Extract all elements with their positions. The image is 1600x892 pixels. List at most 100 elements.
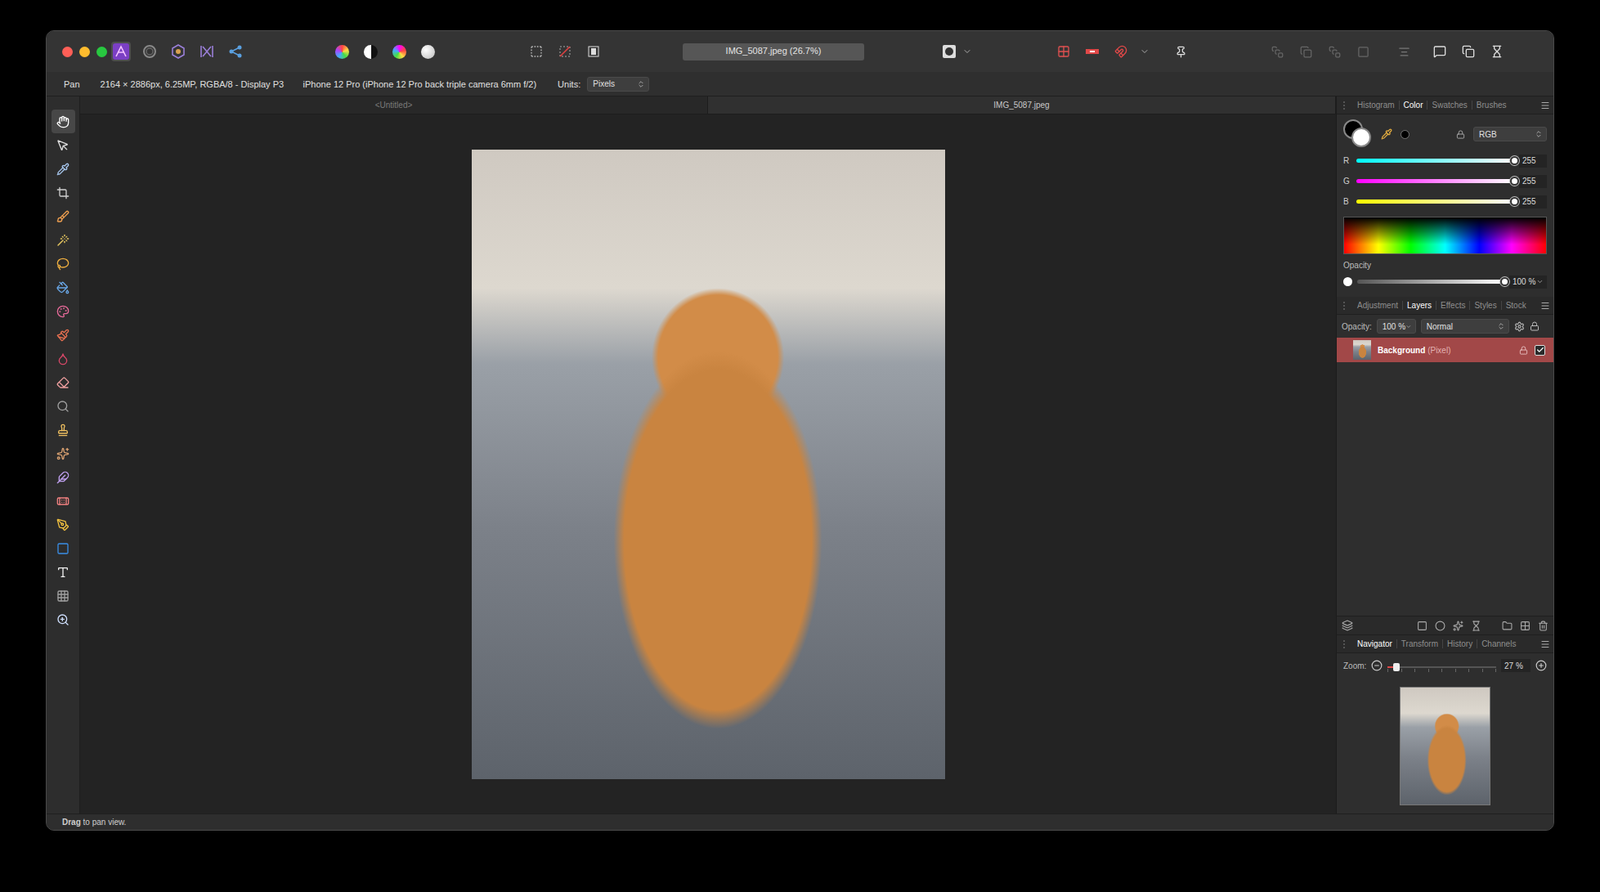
channel-slider[interactable] [1356, 199, 1515, 204]
live-filter-icon[interactable] [1470, 620, 1482, 632]
panel-menu-icon[interactable] [1540, 300, 1551, 311]
assistant-button[interactable] [1170, 41, 1191, 62]
tool-button[interactable] [51, 156, 76, 181]
black-white-button[interactable] [360, 41, 381, 62]
document-tab[interactable]: IMG_5087.jpeg [708, 96, 1336, 114]
studio-button[interactable] [1429, 41, 1450, 62]
channel-value[interactable]: 255 [1519, 195, 1547, 209]
color-model-select[interactable]: RGB [1473, 126, 1547, 142]
persona-button[interactable] [168, 41, 189, 62]
tool-button[interactable] [51, 607, 76, 632]
trash-icon[interactable] [1537, 620, 1549, 632]
color-spectrum[interactable] [1343, 216, 1547, 255]
white-balance-button[interactable] [417, 41, 438, 62]
dropdown-icon[interactable] [962, 46, 973, 57]
deselect-button[interactable] [555, 41, 575, 62]
arrange-button[interactable] [1353, 41, 1373, 62]
select-all-button[interactable] [526, 41, 547, 62]
channel-value[interactable]: 255 [1519, 174, 1547, 189]
persona-button[interactable] [139, 41, 160, 62]
channel-slider[interactable] [1356, 179, 1515, 184]
opacity-slider[interactable] [1357, 279, 1505, 284]
slider-knob[interactable] [1510, 197, 1520, 207]
tool-button[interactable] [51, 180, 76, 205]
tool-button[interactable] [51, 109, 76, 134]
grip-icon[interactable] [1343, 101, 1347, 110]
pixel-layer-icon[interactable] [1519, 620, 1531, 632]
panel-menu-icon[interactable] [1540, 639, 1551, 650]
panel-tab[interactable]: Brushes [1471, 100, 1511, 110]
lock-icon[interactable] [1529, 321, 1540, 332]
navigator-thumbnail[interactable] [1399, 686, 1491, 806]
panel-tab[interactable]: Swatches [1426, 100, 1471, 110]
units-select[interactable]: Pixels [587, 76, 650, 92]
tool-button[interactable] [51, 560, 76, 584]
tool-button[interactable] [51, 417, 76, 442]
panel-tab[interactable]: Adjustment [1353, 300, 1403, 310]
layers-icon[interactable] [1341, 619, 1354, 632]
arrange-button[interactable] [1267, 41, 1287, 62]
tool-button[interactable] [51, 322, 76, 347]
studio-button[interactable] [1458, 41, 1479, 62]
layer-opacity-select[interactable]: 100 % [1376, 318, 1417, 334]
invert-selection-button[interactable] [583, 41, 604, 62]
blend-mode-select[interactable]: Normal [1420, 318, 1510, 334]
dropdown-icon[interactable] [1139, 46, 1150, 57]
panel-tab[interactable]: Effects [1435, 300, 1470, 310]
tool-button[interactable] [51, 346, 76, 371]
panel-tab[interactable]: Histogram [1353, 100, 1399, 110]
opacity-value[interactable]: 100 % [1509, 275, 1547, 289]
pipette-icon[interactable] [1380, 128, 1393, 140]
persona-button[interactable] [225, 41, 246, 62]
lock-icon[interactable] [1456, 129, 1466, 139]
zoom-out-icon[interactable] [1371, 659, 1383, 672]
tool-button[interactable] [51, 465, 76, 489]
arrange-button[interactable] [1324, 41, 1345, 62]
minimize-button[interactable] [79, 46, 90, 58]
color-wheel-button[interactable] [331, 41, 352, 62]
tool-button[interactable] [51, 299, 76, 323]
tool-button[interactable] [51, 251, 76, 276]
panel-tab[interactable]: Channels [1476, 639, 1520, 649]
hsl-button[interactable] [389, 41, 409, 62]
canvas[interactable] [80, 114, 1336, 814]
panel-tab[interactable]: Layers [1402, 300, 1436, 310]
visibility-checkbox[interactable] [1534, 345, 1546, 356]
grip-icon[interactable] [1343, 640, 1347, 649]
panel-tab[interactable]: Styles [1469, 300, 1501, 310]
slider-knob[interactable] [1510, 156, 1520, 166]
document-tab[interactable]: <Untitled> [80, 96, 709, 114]
zoom-button[interactable] [96, 46, 108, 58]
tool-button[interactable] [51, 512, 76, 537]
tool-button[interactable] [51, 204, 76, 229]
zoom-slider[interactable] [1387, 659, 1497, 672]
tool-button[interactable] [51, 133, 76, 157]
gear-icon[interactable] [1514, 321, 1525, 332]
slider-knob[interactable] [1500, 277, 1510, 287]
slider-knob[interactable] [1510, 176, 1520, 186]
align-button[interactable] [1393, 41, 1414, 62]
grid-button[interactable] [1053, 41, 1074, 62]
arrange-button[interactable] [1295, 41, 1316, 62]
panel-tab[interactable]: History [1442, 639, 1477, 649]
persona-button[interactable] [111, 41, 131, 62]
persona-button[interactable] [197, 41, 217, 62]
tool-button[interactable] [51, 441, 76, 466]
effects-icon[interactable] [1452, 620, 1464, 632]
panel-tab[interactable]: Color [1398, 100, 1428, 110]
adjustment-icon[interactable] [1434, 620, 1446, 632]
snapping-bar-button[interactable] [1082, 41, 1103, 62]
panel-tab[interactable]: Stock [1501, 300, 1531, 310]
panel-tab[interactable]: Transform [1396, 639, 1443, 649]
tool-button[interactable] [51, 370, 76, 395]
snapping-button[interactable] [1111, 41, 1131, 62]
studio-button[interactable] [1487, 41, 1507, 62]
tool-button[interactable] [51, 536, 76, 561]
channel-value[interactable]: 255 [1519, 154, 1547, 168]
grip-icon[interactable] [1343, 301, 1347, 310]
layer-row[interactable]: Background (Pixel) [1336, 337, 1554, 363]
color-wells[interactable] [1343, 119, 1373, 149]
tool-button[interactable] [51, 488, 76, 513]
channel-slider[interactable] [1356, 158, 1515, 163]
lock-icon[interactable] [1519, 345, 1529, 355]
